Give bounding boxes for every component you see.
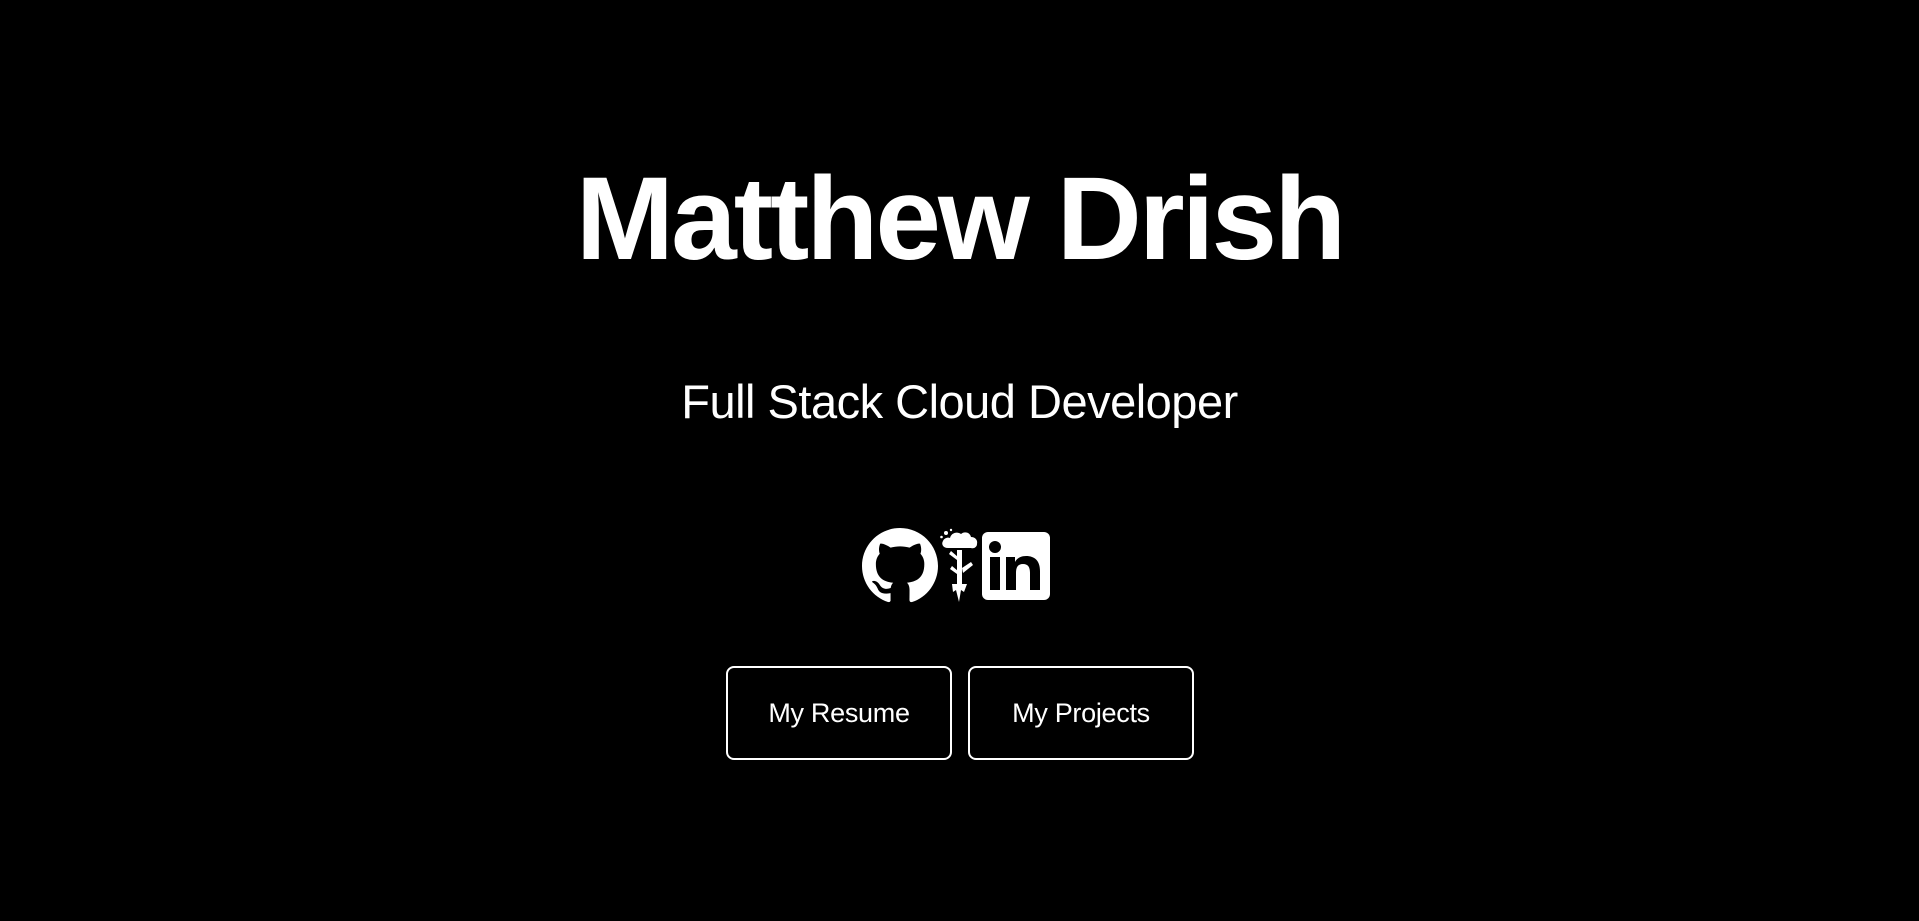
linkedin-icon xyxy=(982,532,1050,600)
github-link[interactable] xyxy=(862,528,938,604)
projects-button[interactable]: My Projects xyxy=(968,666,1194,760)
linkedin-link[interactable] xyxy=(982,532,1050,600)
resume-button[interactable]: My Resume xyxy=(726,666,952,760)
github-icon xyxy=(862,528,938,603)
cloud-link[interactable] xyxy=(940,528,980,604)
action-buttons: My Resume My Projects xyxy=(726,666,1194,760)
tagline: Full Stack Cloud Developer xyxy=(681,375,1238,428)
hero-section: Matthew Drish Full Stack Cloud Developer xyxy=(0,0,1919,921)
social-links xyxy=(862,528,1050,604)
cloud-tree-icon xyxy=(940,528,978,602)
page-title: Matthew Drish xyxy=(575,153,1346,285)
